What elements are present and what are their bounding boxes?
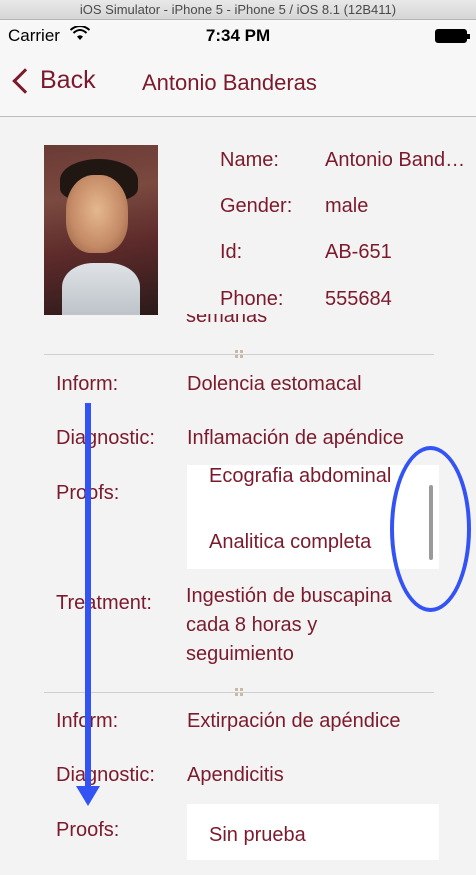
id-label: Id: <box>220 241 243 263</box>
drag-handle-icon <box>235 688 243 696</box>
proofs-list[interactable]: Sin prueba <box>187 804 439 860</box>
arrow-head-icon <box>76 786 100 806</box>
chevron-left-icon <box>12 67 38 94</box>
gender-label: Gender: <box>220 195 293 217</box>
patient-detail-scroll-view[interactable]: Name: Antonio Banderas Gender: male Id: … <box>0 118 476 875</box>
back-button[interactable]: Back <box>10 66 96 95</box>
inform-value: Extirpación de apéndice <box>187 710 401 732</box>
status-time: 7:34 PM <box>205 26 271 45</box>
treatment-label: Treatment: <box>56 592 152 614</box>
name-label: Name: <box>220 149 279 171</box>
diagnostic-label: Diagnostic: <box>56 764 155 786</box>
inform-value: Dolencia estomacal <box>187 373 362 395</box>
proof-item[interactable]: Analitica completa <box>209 531 371 554</box>
proof-item[interactable]: Ecografia abdominal <box>209 465 391 488</box>
gender-value: male <box>325 195 369 217</box>
id-value: AB-651 <box>325 241 392 263</box>
inform-label: Inform: <box>56 373 119 395</box>
phone-label: Phone: <box>220 288 284 310</box>
scroll-indicator-highlight-circle <box>390 446 471 612</box>
scroll-down-arrow-annotation <box>85 403 91 791</box>
battery-icon <box>435 29 470 43</box>
diagnostic-value: Inflamación de apéndice <box>187 427 404 449</box>
simulator-window-title: iOS Simulator - iPhone 5 - iPhone 5 / iO… <box>0 0 476 20</box>
status-bar: Carrier 7:34 PM <box>0 20 476 52</box>
phone-value: 555684 <box>325 288 392 310</box>
drag-handle-icon <box>235 350 243 358</box>
treatment-value: Ingestión de buscapina cada 8 horas y se… <box>186 585 392 665</box>
diagnostic-value: Apendicitis <box>187 764 284 786</box>
truncated-text: semanas <box>186 314 268 327</box>
proof-item[interactable]: Sin prueba <box>209 824 306 847</box>
back-button-label: Back <box>40 66 96 94</box>
navigation-bar: Back Antonio Banderas <box>0 52 476 117</box>
diagnostic-label: Diagnostic: <box>56 427 155 449</box>
patient-photo <box>44 145 158 315</box>
page-title: Antonio Banderas <box>142 70 317 95</box>
name-value: Antonio Banderas <box>325 149 470 171</box>
proofs-label: Proofs: <box>56 819 120 841</box>
